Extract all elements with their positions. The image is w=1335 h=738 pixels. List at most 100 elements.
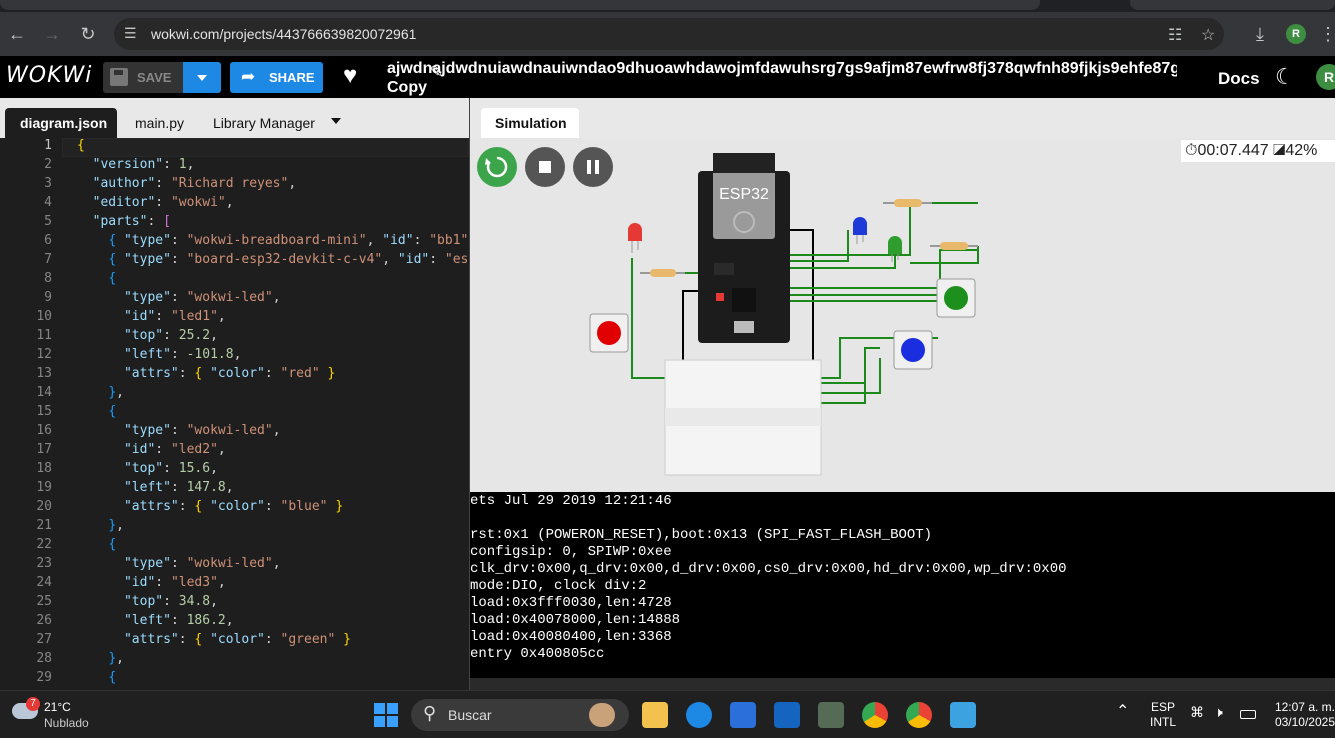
line-number: 10 — [36, 309, 52, 324]
wire — [682, 290, 700, 368]
browser-toolbar: ← → ↻ ☰ wokwi.com/projects/4437666398200… — [0, 12, 1335, 56]
led-red — [628, 223, 642, 253]
clock[interactable]: 12:07 a. m. 03/10/2025 — [1268, 700, 1335, 730]
language-indicator[interactable]: ESP INTL — [1148, 700, 1178, 730]
translate-icon[interactable]: ☷ — [1168, 25, 1182, 45]
edge-browser-icon[interactable] — [686, 702, 712, 728]
pushbutton-red — [589, 313, 629, 353]
notepad-icon[interactable] — [950, 702, 976, 728]
wire — [820, 358, 866, 404]
wire — [820, 358, 881, 394]
wifi-icon[interactable]: ⌘ — [1190, 705, 1204, 720]
serial-line: load:0x3fff0030,len:4728 — [470, 595, 672, 611]
line-number: 24 — [36, 575, 52, 590]
chrome-icon[interactable] — [862, 702, 888, 728]
serial-line: load:0x40078000,len:14888 — [470, 612, 681, 628]
save-options-dropdown[interactable] — [183, 62, 221, 93]
tab-diagram-json[interactable]: diagram.json — [5, 108, 117, 138]
serial-line: load:0x40080400,len:3368 — [470, 629, 672, 645]
serial-line: clk_drv:0x00,q_drv:0x00,d_drv:0x00,cs0_d… — [470, 561, 1067, 577]
file-explorer-icon[interactable] — [642, 702, 668, 728]
profile-avatar[interactable]: R — [1286, 24, 1306, 44]
share-arrow-icon: ➦ — [241, 67, 256, 86]
wire — [787, 230, 849, 262]
share-button[interactable]: ➦ SHARE — [230, 62, 323, 93]
resistor — [930, 242, 978, 250]
project-copy-label: Copy — [387, 79, 427, 96]
code-line: "version": 1, — [92, 157, 195, 172]
tab-main-py[interactable]: main.py — [120, 108, 199, 138]
line-number: 17 — [36, 442, 52, 457]
wire — [787, 300, 941, 308]
weather-desc[interactable]: Nublado — [44, 716, 89, 731]
clock-time: 12:07 a. m. — [1274, 700, 1335, 714]
chevron-up-icon[interactable]: ⌃ — [1116, 704, 1129, 720]
wokwi-logo[interactable]: WOKWi — [6, 63, 92, 88]
forward-icon[interactable]: → — [40, 22, 64, 46]
line-number: 5 — [44, 214, 52, 229]
line-number: 22 — [36, 537, 52, 552]
heart-icon[interactable]: ♥ — [343, 62, 357, 90]
menu-icon[interactable]: ⋮ — [1316, 22, 1335, 46]
serial-line: mode:DIO, clock div:2 — [470, 578, 647, 594]
current-line-highlight — [62, 138, 469, 157]
volume-muted-icon[interactable]: 🕨 — [1214, 705, 1223, 720]
circuit-diagram: ESP32 — [589, 153, 979, 476]
windows-logo-icon — [374, 703, 398, 727]
line-number: 15 — [36, 404, 52, 419]
chevron-down-icon[interactable] — [331, 118, 341, 124]
esp32-chip-label: ESP32 — [719, 186, 769, 203]
weather-temp[interactable]: 21°C — [44, 700, 71, 715]
simulation-canvas[interactable]: ⏱00:07.447 ◪42% ESP32 — [470, 138, 1335, 492]
wire — [787, 245, 896, 269]
line-number: 16 — [36, 423, 52, 438]
code-line: "id": "led2", — [123, 442, 226, 457]
address-bar[interactable]: ☰ wokwi.com/projects/443766639820072961 … — [114, 18, 1224, 50]
serial-monitor[interactable]: ets Jul 29 2019 12:21:46 rst:0x1 (POWERO… — [470, 492, 1335, 678]
battery-icon[interactable] — [1240, 710, 1256, 719]
edit-pencil-icon[interactable]: ✎ — [430, 62, 443, 82]
code-line: "left": 147.8, — [123, 480, 234, 495]
code-line: "attrs": { "color": "red" } — [123, 366, 336, 381]
line-number: 28 — [36, 651, 52, 666]
pushbutton-blue — [893, 330, 933, 370]
bookmark-star-icon[interactable]: ☆ — [1201, 25, 1215, 45]
code-line: }, — [108, 518, 124, 533]
code-line: "attrs": { "color": "green" } — [123, 632, 351, 647]
code-editor[interactable]: 1 2 3 4 5 6 7 8 9 10 11 12 13 14 15 16 17 18 19 20 21 22 23 24 2… — [0, 138, 469, 690]
app-icon[interactable] — [818, 702, 844, 728]
dark-mode-moon-icon[interactable]: ☾ — [1275, 64, 1295, 90]
code-line: "parts": [ — [92, 214, 171, 229]
tab-library-manager[interactable]: Library Manager — [198, 108, 330, 138]
horizontal-scrollbar[interactable] — [470, 678, 1335, 690]
code-line: "id": "led3", — [123, 575, 226, 590]
windows-start-icon[interactable] — [374, 703, 398, 727]
line-number: 26 — [36, 613, 52, 628]
browser-tab[interactable] — [1130, 0, 1335, 10]
back-icon[interactable]: ← — [5, 22, 29, 46]
serial-line: ets Jul 29 2019 12:21:46 — [470, 493, 672, 509]
taskbar-search[interactable]: ⚲ Buscar — [411, 699, 629, 731]
download-icon[interactable]: ⤓ — [1248, 22, 1272, 46]
reload-icon[interactable]: ↻ — [76, 22, 100, 46]
code-line: "editor": "wokwi", — [92, 195, 234, 210]
tab-simulation[interactable]: Simulation — [481, 108, 579, 138]
chrome-profile-icon[interactable] — [906, 702, 932, 728]
browser-tab[interactable] — [0, 0, 1040, 10]
code-line: { "type": "wokwi-breadboard-mini", "id":… — [108, 233, 469, 248]
serial-line: configsip: 0, SPIWP:0xee — [470, 544, 672, 560]
code-line: { "type": "board-esp32-devkit-c-v4", "id… — [108, 252, 469, 267]
lang-code: ESP — [1150, 700, 1175, 714]
line-number: 27 — [36, 632, 52, 647]
line-number: 8 — [44, 271, 52, 286]
line-number: 12 — [36, 347, 52, 362]
store-icon[interactable] — [730, 702, 756, 728]
project-name[interactable]: ajwdnajdwdnuiawdnauiwndao9dhuoawhdawojmf… — [387, 60, 1177, 77]
esp32-board: ESP32 — [698, 153, 790, 343]
site-info-icon[interactable]: ☰ — [124, 25, 137, 42]
line-number: 29 — [36, 670, 52, 685]
docs-link[interactable]: Docs — [1218, 69, 1260, 89]
outlook-icon[interactable] — [774, 702, 800, 728]
url-text[interactable]: wokwi.com/projects/443766639820072961 — [151, 26, 416, 42]
user-avatar[interactable]: R — [1316, 64, 1335, 90]
